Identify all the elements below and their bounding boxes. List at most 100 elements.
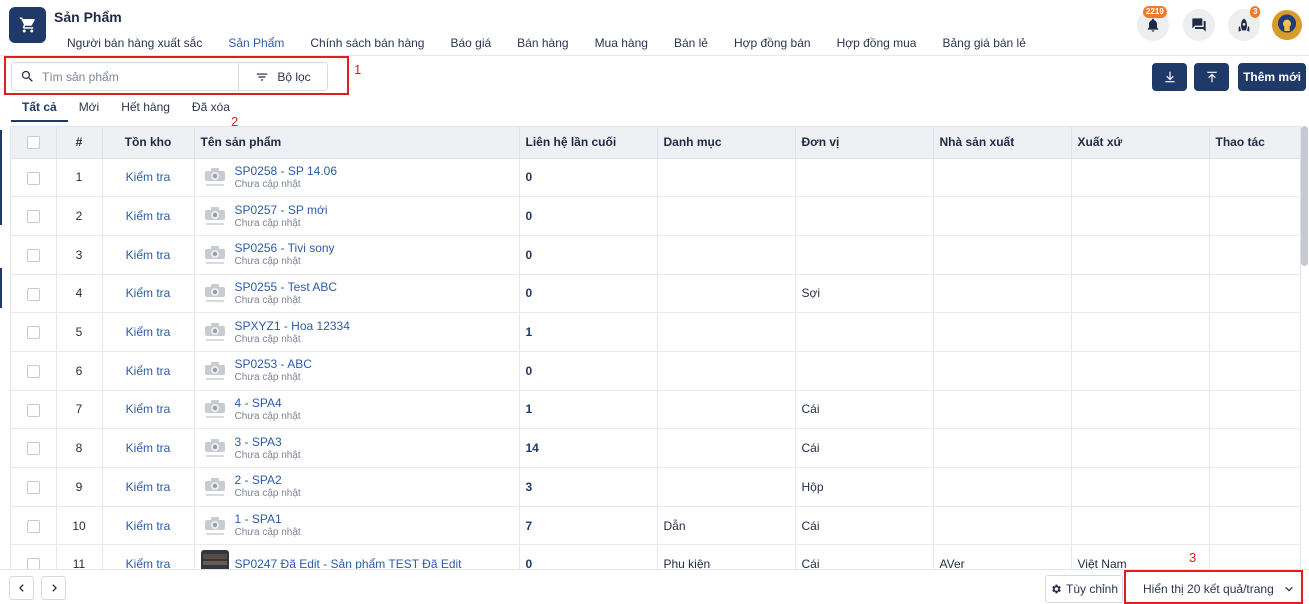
check-stock-link[interactable]: Kiểm tra xyxy=(126,170,171,184)
next-page-button[interactable] xyxy=(41,576,66,600)
check-stock-link[interactable]: Kiểm tra xyxy=(126,248,171,262)
product-subtitle: Chưa cập nhật xyxy=(234,178,301,190)
product-name-link[interactable]: SP0258 - SP 14.06 xyxy=(235,164,338,178)
nav-item-quotes[interactable]: Báo giá xyxy=(437,36,504,50)
origin-cell xyxy=(1071,235,1210,275)
nav-item-retail[interactable]: Bán lẻ xyxy=(661,36,721,50)
check-stock-link[interactable]: Kiểm tra xyxy=(126,364,171,378)
product-name-link[interactable]: SP0253 - ABC xyxy=(235,357,312,371)
product-name-link[interactable]: SPXYZ1 - Hoa 12334 xyxy=(235,319,350,333)
table-row[interactable]: 6 Kiểm tra SP0253 - ABC Chưa cập nhật 0 xyxy=(11,351,1300,391)
chevron-left-icon xyxy=(18,584,24,592)
product-name-link[interactable]: SP0247 Đã Edit - Sản phẩm TEST Đã Edit xyxy=(235,557,462,569)
product-table-container: # Tồn kho Tên sản phẩm Liên hệ lần cuối … xyxy=(10,126,1301,569)
nav-item-sales[interactable]: Bán hàng xyxy=(504,36,581,50)
rocket-icon xyxy=(1238,18,1250,32)
actions-cell xyxy=(1209,196,1300,236)
row-index: 6 xyxy=(56,351,103,391)
unit-cell xyxy=(795,312,934,352)
row-checkbox[interactable] xyxy=(26,248,40,262)
manufacturer-cell xyxy=(933,312,1072,352)
origin-cell xyxy=(1071,196,1210,236)
upload-button[interactable] xyxy=(1194,63,1229,91)
row-checkbox[interactable] xyxy=(26,481,40,494)
cart-icon[interactable] xyxy=(9,7,46,43)
row-select-cell xyxy=(11,390,57,430)
category-cell xyxy=(657,428,796,468)
nav-item-products[interactable]: Sản Phẩm xyxy=(215,36,297,50)
nav-item-top-seller[interactable]: Người bán hàng xuất sắc xyxy=(54,36,215,50)
check-stock-link[interactable]: Kiểm tra xyxy=(126,209,171,223)
product-name-link[interactable]: 4 - SPA4 xyxy=(235,396,301,410)
download-button[interactable] xyxy=(1152,63,1187,91)
check-stock-link[interactable]: Kiểm tra xyxy=(126,402,171,416)
check-stock-link[interactable]: Kiểm tra xyxy=(126,441,171,455)
check-stock-link[interactable]: Kiểm tra xyxy=(126,325,171,339)
table-scrollbar[interactable] xyxy=(1301,126,1308,266)
no-image-icon xyxy=(201,279,229,307)
nav-item-purchase-contracts[interactable]: Hợp đồng mua xyxy=(824,36,930,50)
check-stock-link[interactable]: Kiểm tra xyxy=(126,286,171,300)
table-row[interactable]: 5 Kiểm tra SPXYZ1 - Hoa 12334 Chưa cập nhật… xyxy=(11,312,1300,352)
tab-out-of-stock[interactable]: Hết hàng xyxy=(110,100,181,122)
avatar[interactable] xyxy=(1272,10,1302,40)
select-all-checkbox[interactable] xyxy=(26,136,40,150)
rocket-button[interactable]: 3 xyxy=(1228,6,1261,41)
stock-cell: Kiểm tra xyxy=(102,428,195,468)
product-name-link[interactable]: 1 - SPA1 xyxy=(235,512,301,526)
actions-cell xyxy=(1209,351,1300,391)
product-table: # Tồn kho Tên sản phẩm Liên hệ lần cuối … xyxy=(11,127,1300,569)
manufacturer-cell xyxy=(933,235,1072,275)
nav-item-purchases[interactable]: Mua hàng xyxy=(582,36,661,50)
table-row[interactable]: 10 Kiểm tra 1 - SPA1 Chưa cập nhật 7 Dẫn Cái xyxy=(11,506,1300,546)
product-name-link[interactable]: 3 - SPA3 xyxy=(235,435,301,449)
product-name-link[interactable]: SP0257 - SP mới xyxy=(235,203,328,217)
notifications-button[interactable]: 2219 xyxy=(1137,6,1169,41)
table-row[interactable]: 3 Kiểm tra SP0256 - Tivi sony Chưa cập nhật… xyxy=(11,235,1300,275)
table-row[interactable]: 8 Kiểm tra 3 - SPA3 Chưa cập nhật 14 Cái xyxy=(11,428,1300,468)
add-new-button[interactable]: Thêm mới xyxy=(1238,63,1306,91)
table-row[interactable]: 1 Kiểm tra SP0258 - SP 14.06 Chưa cập nhật 0 xyxy=(11,158,1300,198)
table-row[interactable]: 4 Kiểm tra SP0255 - Test ABC Chưa cập nhật 0… xyxy=(11,274,1300,314)
check-stock-link[interactable]: Kiểm tra xyxy=(126,480,171,494)
col-header-product-name: Tên sản phẩm xyxy=(194,127,520,159)
row-checkbox[interactable] xyxy=(26,558,40,569)
chat-button[interactable] xyxy=(1183,9,1215,41)
check-stock-link[interactable]: Kiểm tra xyxy=(126,557,171,569)
tab-all[interactable]: Tất cả xyxy=(11,100,68,122)
table-row[interactable]: 11 Kiểm tra SP0247 Đã Edit - Sản phẩm TEST… xyxy=(11,544,1300,569)
customize-button[interactable]: Tùy chỉnh xyxy=(1045,575,1123,603)
top-nav: Người bán hàng xuất sắc Sản Phẩm Chính s… xyxy=(54,36,1039,50)
row-checkbox[interactable] xyxy=(26,287,40,301)
unit-cell: Sợi xyxy=(795,274,934,314)
row-checkbox[interactable] xyxy=(26,326,40,340)
check-stock-link[interactable]: Kiểm tra xyxy=(126,519,171,533)
row-checkbox[interactable] xyxy=(26,210,40,224)
nav-item-retail-price-list[interactable]: Bảng giá bán lẻ xyxy=(929,36,1038,50)
row-checkbox[interactable] xyxy=(26,171,40,185)
table-row[interactable]: 9 Kiểm tra 2 - SPA2 Chưa cập nhật 3 Hộp xyxy=(11,467,1300,507)
product-name-link[interactable]: 2 - SPA2 xyxy=(235,473,301,487)
table-row[interactable]: 2 Kiểm tra SP0257 - SP mới Chưa cập nhật 0 xyxy=(11,196,1300,236)
row-checkbox[interactable] xyxy=(26,364,40,378)
last-contact-value: 0 xyxy=(525,170,533,185)
product-name-link[interactable]: SP0255 - Test ABC xyxy=(235,280,338,294)
chevron-right-icon xyxy=(51,584,57,592)
row-select-cell xyxy=(11,196,57,236)
product-name-link[interactable]: SP0256 - Tivi sony xyxy=(235,241,335,255)
prev-page-button[interactable] xyxy=(9,576,34,600)
nav-item-sales-contracts[interactable]: Hợp đồng bán xyxy=(721,36,824,50)
origin-cell xyxy=(1071,312,1210,352)
nav-item-sales-policy[interactable]: Chính sách bán hàng xyxy=(297,36,437,50)
customize-label: Tùy chỉnh xyxy=(1065,582,1119,596)
table-row[interactable]: 7 Kiểm tra 4 - SPA4 Chưa cập nhật 1 Cái xyxy=(11,390,1300,430)
row-checkbox[interactable] xyxy=(26,403,40,417)
row-checkbox[interactable] xyxy=(26,442,40,456)
last-contact-cell: 14 xyxy=(519,428,658,468)
row-checkbox[interactable] xyxy=(26,519,40,533)
last-contact-cell: 0 xyxy=(519,351,658,391)
left-accent-top xyxy=(0,130,2,225)
no-image-icon xyxy=(201,473,229,501)
tab-new[interactable]: Mới xyxy=(68,100,111,122)
product-name-cell: SPXYZ1 - Hoa 12334 Chưa cập nhật xyxy=(194,312,520,352)
